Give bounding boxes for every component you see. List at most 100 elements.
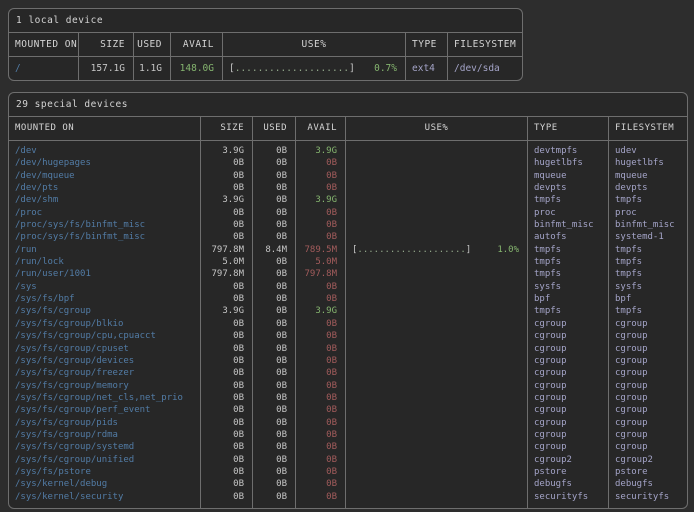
column-fs: /dev/sda [448,57,522,80]
avail-cell: 0B [296,404,337,416]
fs-cell: cgroup2 [615,454,687,466]
fs-cell: debugfs [615,478,687,490]
avail-cell: 0B [296,343,337,355]
avail-cell: 0B [296,182,337,194]
usage-bar-cell [346,318,527,330]
fs-cell: cgroup [615,355,687,367]
used-cell: 0B [253,478,287,490]
usage-bar-cell [346,145,527,157]
avail-cell: 0B [296,466,337,478]
used-cell: 0B [253,256,287,268]
usage-percent: 0.7% [374,57,397,80]
column-used: 0B0B0B0B0B0B0B0B8.4M0B0B0B0B0B0B0B0B0B0B… [253,141,296,508]
type-cell: cgroup [534,318,608,330]
used-cell: 0B [253,454,287,466]
usage-percent: 1.0% [497,244,519,256]
bar-fill-dots: .................... [357,244,465,256]
mount-cell: /sys/fs/cgroup/unified [15,454,200,466]
fs-cell: proc [615,207,687,219]
used-cell: 0B [253,293,287,305]
avail-cell: 0B [296,478,337,490]
local-devices-title: 1 local device [9,9,522,33]
size-cell: 0B [201,491,244,503]
column-fs: udevhugetlbfsmqueuedevptstmpfsprocbinfmt… [609,141,687,508]
usage-bar-cell [346,478,527,490]
used-cell: 0B [253,491,287,503]
fs-cell: cgroup [615,392,687,404]
type-cell: cgroup [534,330,608,342]
fs-cell: pstore [615,466,687,478]
fs-cell: securityfs [615,491,687,503]
avail-cell: 0B [296,157,337,169]
column-header-mount: MOUNTED ON [9,33,79,56]
fs-cell: tmpfs [615,305,687,317]
column-header-used: USED [253,117,296,140]
usage-bar-cell: [....................]0.7% [223,57,405,80]
type-cell: pstore [534,466,608,478]
type-cell: cgroup [534,355,608,367]
size-cell: 0B [201,404,244,416]
fs-cell: tmpfs [615,268,687,280]
size-cell: 0B [201,170,244,182]
avail-cell: 3.9G [296,145,337,157]
fs-cell: cgroup [615,417,687,429]
fs-cell: cgroup [615,343,687,355]
type-cell: cgroup [534,367,608,379]
column-header-size: SIZE [79,33,134,56]
usage-bar-cell [346,194,527,206]
type-cell: tmpfs [534,194,608,206]
size-cell: 3.9G [201,194,244,206]
used-cell: 0B [253,441,287,453]
used-cell: 0B [253,380,287,392]
header-row: MOUNTED ONSIZEUSEDAVAILUSE%TYPEFILESYSTE… [9,33,522,57]
fs-cell: cgroup [615,330,687,342]
fs-cell: binfmt_misc [615,219,687,231]
mount-cell: /dev/shm [15,194,200,206]
table-body: /157.1G1.1G148.0G[....................]0… [9,57,522,80]
size-cell: 0B [201,281,244,293]
avail-cell: 797.8M [296,268,337,280]
used-cell: 0B [253,268,287,280]
size-cell: 3.9G [201,145,244,157]
fs-cell: devpts [615,182,687,194]
mount-cell: /sys [15,281,200,293]
avail-cell: 0B [296,417,337,429]
type-cell: cgroup [534,417,608,429]
fs-cell: cgroup [615,441,687,453]
size-cell: 797.8M [201,268,244,280]
usage-bar-cell [346,367,527,379]
usage-bar-cell [346,417,527,429]
column-mount: / [9,57,79,80]
column-type: ext4 [406,57,448,80]
size-cell: 0B [201,293,244,305]
mount-cell: /run/lock [15,256,200,268]
fs-cell: tmpfs [615,244,687,256]
size-cell: 157.1G [79,57,125,80]
avail-cell: 0B [296,392,337,404]
mount-cell: /proc/sys/fs/binfmt_misc [15,219,200,231]
mount-cell: /run/user/1001 [15,268,200,280]
column-avail: 148.0G [171,57,223,80]
fs-cell: cgroup [615,367,687,379]
column-header-mount: MOUNTED ON [9,117,201,140]
column-header-type: TYPE [406,33,448,56]
fs-cell: hugetlbfs [615,157,687,169]
mount-cell: /sys/fs/cgroup/cpuset [15,343,200,355]
mount-cell: /proc [15,207,200,219]
type-cell: devpts [534,182,608,194]
size-cell: 0B [201,343,244,355]
mount-cell: /dev [15,145,200,157]
avail-cell: 0B [296,355,337,367]
fs-cell: tmpfs [615,256,687,268]
column-size: 3.9G0B0B0B3.9G0B0B0B797.8M5.0M797.8M0B0B… [201,141,253,508]
usage-bar-cell [346,182,527,194]
special-devices-title: 29 special devices [9,93,687,117]
type-cell: sysfs [534,281,608,293]
avail-cell: 3.9G [296,305,337,317]
avail-cell: 0B [296,330,337,342]
used-cell: 0B [253,429,287,441]
column-header-fs: FILESYSTEM [448,33,522,56]
fs-cell: systemd-1 [615,231,687,243]
usage-bar-cell [346,404,527,416]
special-devices-panel: 29 special devices MOUNTED ONSIZEUSEDAVA… [8,92,688,509]
